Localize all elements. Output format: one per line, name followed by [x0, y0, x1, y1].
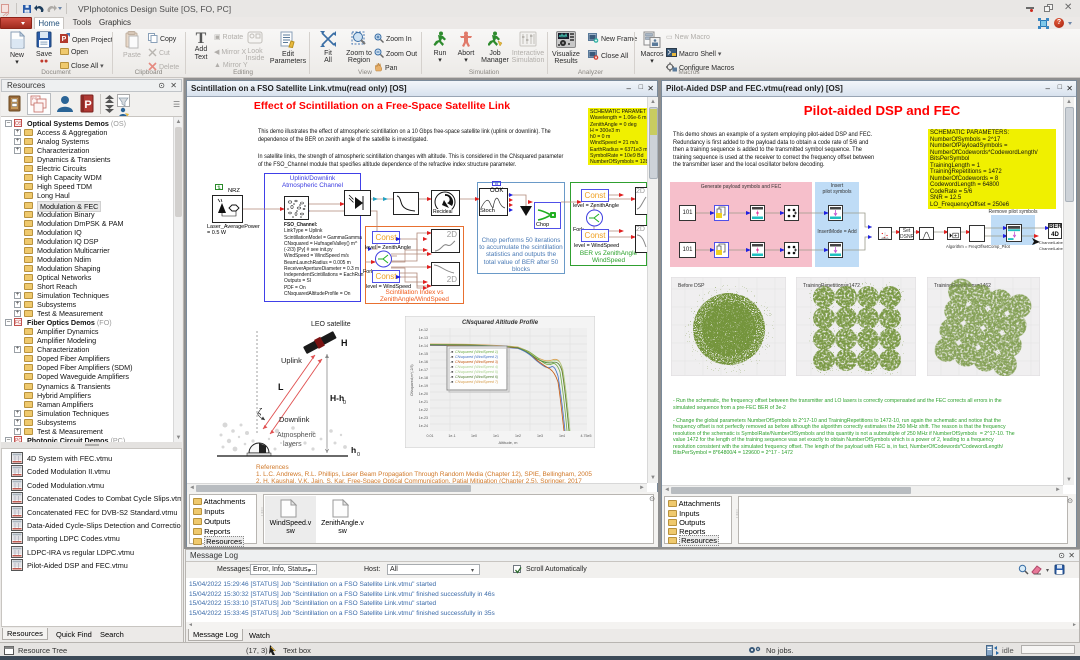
svg-text:0.01: 0.01 — [427, 434, 434, 438]
svg-text:CNsquared (WindSpeed 5): CNsquared (WindSpeed 5) — [455, 370, 498, 374]
svg-text:CNsquared (WindSpeed 2): CNsquared (WindSpeed 2) — [455, 355, 498, 359]
svg-text:1e-19: 1e-19 — [419, 384, 428, 388]
svg-text:1e-18: 1e-18 — [419, 376, 428, 380]
svg-text:4.75e5: 4.75e5 — [581, 434, 592, 438]
svg-text:1e-12: 1e-12 — [419, 328, 428, 332]
svg-text:1e-1: 1e-1 — [448, 434, 455, 438]
svg-text:h: h — [351, 445, 356, 455]
svg-text:Uplink: Uplink — [281, 356, 302, 365]
svg-text:-■: -■ — [450, 360, 453, 364]
svg-text:1e-14: 1e-14 — [419, 344, 428, 348]
svg-text:layers: layers — [283, 441, 302, 448]
svg-text:CNsquared,m^(-2/3): CNsquared,m^(-2/3) — [410, 364, 414, 396]
svg-text:-■: -■ — [450, 375, 453, 379]
svg-text:P: P — [62, 36, 67, 43]
svg-text:-■: -■ — [450, 365, 453, 369]
svg-text:1e-24: 1e-24 — [419, 424, 428, 428]
svg-text:1e0: 1e0 — [471, 434, 477, 438]
svg-text:Altitude, m: Altitude, m — [499, 440, 519, 445]
svg-text:1e-16: 1e-16 — [419, 360, 428, 364]
svg-text:1e-15: 1e-15 — [419, 352, 428, 356]
svg-text:-■: -■ — [450, 380, 453, 384]
svg-text:Before DSP: Before DSP — [678, 283, 705, 289]
svg-text:-■: -■ — [450, 370, 453, 374]
svg-text:Atmospheric: Atmospheric — [277, 432, 316, 439]
svg-text:CNsquared Altitude Profile: CNsquared Altitude Profile — [462, 320, 539, 326]
svg-text:-■: -■ — [450, 350, 453, 354]
svg-text:1e3: 1e3 — [537, 434, 543, 438]
svg-text:1e-22: 1e-22 — [419, 408, 428, 412]
svg-text:1e2: 1e2 — [515, 434, 521, 438]
svg-text:-■: -■ — [450, 355, 453, 359]
svg-text:L: L — [278, 382, 284, 392]
svg-text:CNsquared (WindSpeed 4): CNsquared (WindSpeed 4) — [455, 365, 498, 369]
svg-text:H: H — [341, 338, 348, 348]
svg-text:0: 0 — [357, 452, 360, 458]
svg-text:Mod: Mod — [882, 237, 889, 241]
svg-text:1e4: 1e4 — [559, 434, 565, 438]
svg-text:1e-13: 1e-13 — [419, 336, 428, 340]
svg-text:CNsquared (WindSpeed 3): CNsquared (WindSpeed 3) — [455, 360, 498, 364]
svg-text:Downlink: Downlink — [279, 415, 310, 424]
svg-text:CNsquared (WindSpeed 7): CNsquared (WindSpeed 7) — [455, 380, 498, 384]
svg-text:CNsquared (WindSpeed 6): CNsquared (WindSpeed 6) — [455, 375, 498, 379]
svg-text:ζ: ζ — [258, 407, 263, 416]
svg-text:1e-17: 1e-17 — [419, 368, 428, 372]
svg-text:1e-21: 1e-21 — [419, 400, 428, 404]
svg-text:P: P — [84, 99, 91, 111]
svg-text:1e-23: 1e-23 — [419, 416, 428, 420]
svg-text:CNsquared (WindSpeed 1): CNsquared (WindSpeed 1) — [455, 350, 498, 354]
svg-text:1e1: 1e1 — [493, 434, 499, 438]
svg-text:LEO satellite: LEO satellite — [311, 321, 351, 328]
svg-text:PS: PS — [32, 96, 38, 101]
svg-text:0: 0 — [343, 400, 346, 406]
svg-text:1e-20: 1e-20 — [419, 392, 428, 396]
